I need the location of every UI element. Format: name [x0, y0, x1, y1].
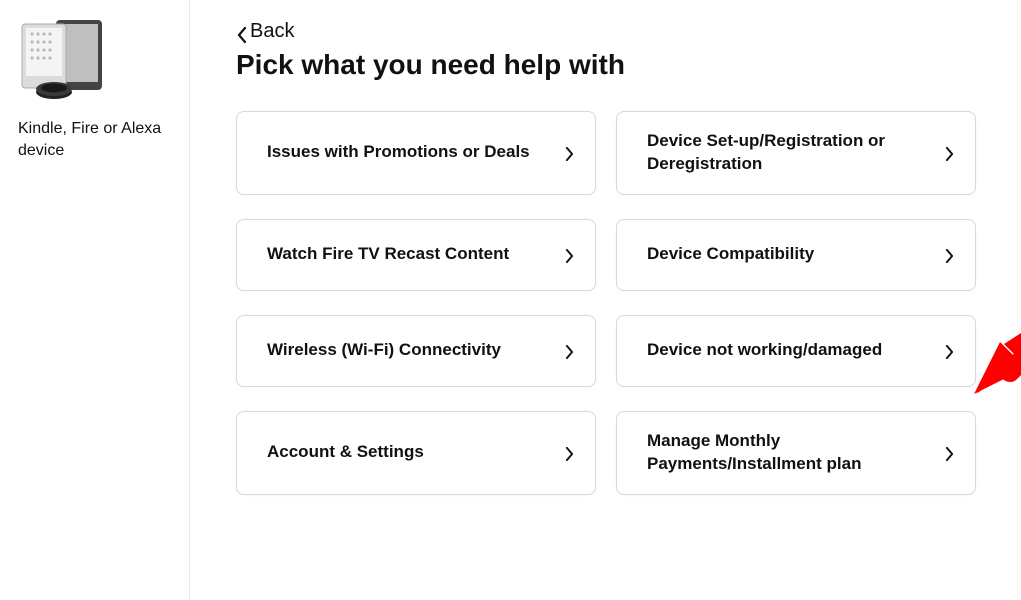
topic-label: Manage Monthly Payments/Installment plan: [647, 430, 945, 476]
topic-label: Device Compatibility: [647, 243, 834, 266]
topic-not-working[interactable]: Device not working/damaged: [616, 315, 976, 387]
chevron-right-icon: [945, 147, 957, 159]
topic-label: Watch Fire TV Recast Content: [267, 243, 529, 266]
chevron-right-icon: [565, 345, 577, 357]
topic-label: Wireless (Wi-Fi) Connectivity: [267, 339, 521, 362]
sidebar-device-label: Kindle, Fire or Alexa device: [18, 118, 169, 161]
topic-label: Device not working/damaged: [647, 339, 902, 362]
topic-label: Issues with Promotions or Deals: [267, 141, 550, 164]
topic-label: Account & Settings: [267, 441, 444, 464]
help-topic-grid: Issues with Promotions or Deals Device S…: [236, 111, 981, 495]
topic-payments[interactable]: Manage Monthly Payments/Installment plan: [616, 411, 976, 495]
topic-setup-registration[interactable]: Device Set-up/Registration or Deregistra…: [616, 111, 976, 195]
chevron-right-icon: [945, 447, 957, 459]
devices-icon: [18, 14, 106, 102]
chevron-right-icon: [945, 345, 957, 357]
topic-compatibility[interactable]: Device Compatibility: [616, 219, 976, 291]
topic-label: Device Set-up/Registration or Deregistra…: [647, 130, 945, 176]
chevron-right-icon: [945, 249, 957, 261]
back-button[interactable]: Back: [236, 20, 294, 43]
topic-promotions[interactable]: Issues with Promotions or Deals: [236, 111, 596, 195]
chevron-left-icon: [236, 26, 248, 38]
chevron-right-icon: [565, 447, 577, 459]
topic-wifi[interactable]: Wireless (Wi-Fi) Connectivity: [236, 315, 596, 387]
chevron-right-icon: [565, 147, 577, 159]
topic-account-settings[interactable]: Account & Settings: [236, 411, 596, 495]
main-content: Back Pick what you need help with Issues…: [190, 0, 1021, 600]
back-label: Back: [250, 20, 294, 43]
page-title: Pick what you need help with: [236, 49, 981, 81]
topic-fire-tv-recast[interactable]: Watch Fire TV Recast Content: [236, 219, 596, 291]
chevron-right-icon: [565, 249, 577, 261]
sidebar: Kindle, Fire or Alexa device: [0, 0, 190, 600]
